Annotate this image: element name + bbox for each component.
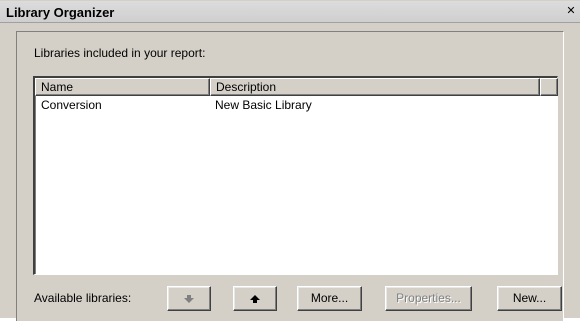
library-organizer-dialog: Library Organizer ✕ Libraries included i…: [0, 0, 580, 321]
column-header-description[interactable]: Description: [210, 78, 540, 96]
column-header-name[interactable]: Name: [35, 78, 210, 96]
library-name: Conversion: [41, 98, 102, 112]
move-up-button[interactable]: [233, 286, 277, 311]
close-icon[interactable]: ✕: [564, 4, 578, 19]
more-button[interactable]: More...: [297, 286, 362, 311]
move-down-button[interactable]: [167, 286, 211, 311]
included-libraries-list[interactable]: Name Description Conversion New Basic Li…: [33, 76, 558, 275]
new-library-button[interactable]: New...: [497, 286, 562, 311]
window-title: Library Organizer: [6, 5, 115, 20]
list-rows: Conversion New Basic Library: [35, 96, 558, 114]
main-panel: Libraries included in your report: Name …: [16, 31, 564, 321]
library-description: New Basic Library: [215, 98, 312, 112]
properties-button[interactable]: Properties...: [385, 286, 472, 311]
arrow-down-icon: [184, 294, 194, 303]
column-header-extra[interactable]: [540, 78, 558, 96]
list-header: Name Description: [35, 78, 558, 96]
title-bar[interactable]: Library Organizer ✕: [0, 1, 580, 23]
list-item[interactable]: Conversion New Basic Library: [35, 96, 558, 114]
available-libraries-label: Available libraries:: [34, 291, 132, 305]
included-libraries-label: Libraries included in your report:: [34, 46, 206, 60]
arrow-up-icon: [250, 294, 260, 303]
